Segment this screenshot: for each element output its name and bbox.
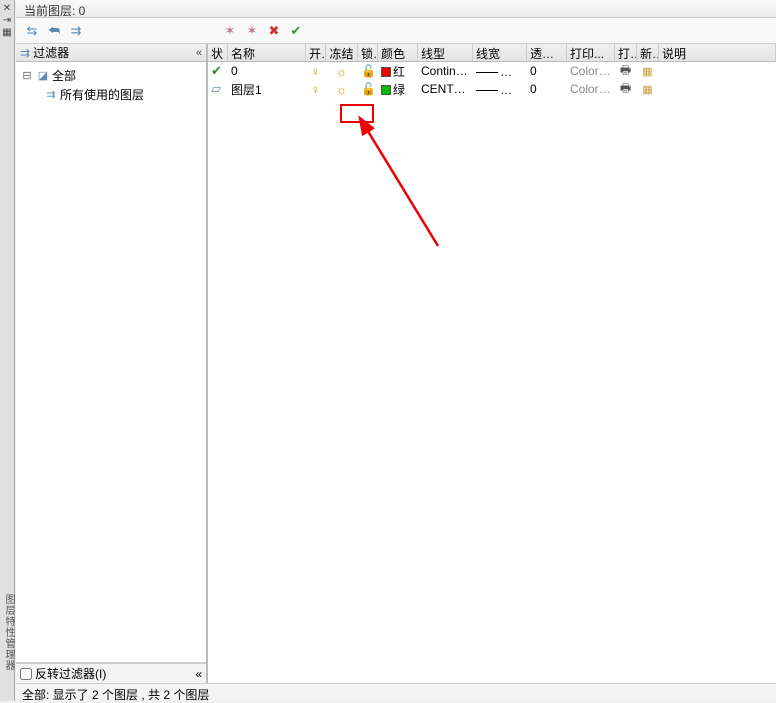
new-vp-freeze-icon[interactable]: ▦ — [642, 66, 652, 78]
layer-name-cell[interactable]: 0 — [228, 63, 306, 79]
tree-node-all[interactable]: ⊟ ◪ 全部 — [20, 66, 202, 85]
layer-description-cell[interactable] — [659, 88, 776, 90]
title-prefix: 当前图层: — [24, 4, 79, 18]
filter-header: ⇉ 过滤器 « — [16, 44, 206, 62]
current-layer-name: 0 — [79, 4, 86, 18]
sun-thaw-icon[interactable]: ☼ — [336, 82, 348, 97]
column-lineweight[interactable]: 线宽 — [473, 44, 527, 61]
column-lock[interactable]: 锁. — [358, 44, 378, 61]
color-swatch — [381, 67, 391, 77]
column-newvp[interactable]: 新. — [637, 44, 659, 61]
table-row[interactable]: ▱ 图层1 ♀ ☼ 🔓绿CENTE...默认0Color_3 🖶 ▦ — [208, 80, 776, 98]
toolbar: ⇆ ⮪ ⇉ ✶ ✶ ✖ ✔ — [16, 18, 776, 44]
tree-node-label: 全部 — [52, 67, 76, 84]
layers-header-row: 状 名称 开. 冻结 锁. 颜色 线型 线宽 透明度 打印... 打. 新. 说… — [208, 44, 776, 62]
new-layer-vp-frozen-icon[interactable]: ✶ — [244, 23, 260, 39]
dock-close-icon[interactable]: ✕ — [3, 3, 11, 15]
layer-linetype-cell[interactable]: CENTE... — [418, 81, 473, 97]
column-state[interactable]: 状 — [208, 44, 228, 61]
toolbar-group-layer: ✶ ✶ ✖ ✔ — [222, 23, 304, 39]
new-property-filter-icon[interactable]: ⮪ — [46, 23, 62, 39]
layers-rows[interactable]: ✔0♀☼🔓红Continu...默认0Color_1🖶▦▱图层1♀☼🔓绿CENT… — [208, 62, 776, 683]
layer-transparency-cell[interactable]: 0 — [527, 81, 567, 97]
invert-filter-checkbox[interactable] — [20, 668, 32, 680]
filter-footer: 反转过滤器(I) « — [16, 663, 206, 683]
printer-icon[interactable]: 🖶 — [620, 81, 631, 95]
current-layer-check-icon: ✔ — [211, 63, 222, 78]
sun-thaw-icon[interactable]: ☼ — [336, 64, 348, 79]
layer-color-cell[interactable]: 绿 — [378, 80, 418, 99]
new-vp-freeze-icon[interactable]: ▦ — [642, 84, 652, 96]
printer-icon[interactable]: 🖶 — [620, 63, 631, 77]
filter-panel: ⇉ 过滤器 « ⊟ ◪ 全部 ⇉ 所有使用的图层 反转过滤 — [16, 44, 208, 683]
filter-title: 过滤器 — [33, 44, 69, 61]
layer-linetype-cell[interactable]: Continu... — [418, 63, 473, 79]
column-plot[interactable]: 打. — [615, 44, 637, 61]
filter-footer-collapse-icon[interactable]: « — [195, 667, 202, 681]
filter-tree[interactable]: ⊟ ◪ 全部 ⇉ 所有使用的图层 — [16, 62, 206, 663]
column-name[interactable]: 名称 — [228, 44, 306, 61]
lightbulb-on-icon[interactable]: ♀ — [311, 82, 321, 97]
lock-open-icon[interactable]: 🔓 — [361, 64, 378, 78]
column-description[interactable]: 说明 — [659, 44, 776, 61]
layer-states-icon[interactable]: ⇉ — [68, 23, 84, 39]
layer-state-icon: ▱ — [211, 81, 221, 96]
table-row[interactable]: ✔0♀☼🔓红Continu...默认0Color_1🖶▦ — [208, 62, 776, 80]
column-freeze[interactable]: 冻结 — [326, 44, 358, 61]
tree-node-used[interactable]: ⇉ 所有使用的图层 — [20, 85, 202, 104]
layers-panel: 状 名称 开. 冻结 锁. 颜色 线型 线宽 透明度 打印... 打. 新. 说… — [208, 44, 776, 683]
dock-title: 图层特性管理器 — [1, 594, 16, 671]
new-layer-icon[interactable]: ✶ — [222, 23, 238, 39]
layer-lineweight-cell[interactable]: 默认 — [473, 62, 527, 81]
dock-pin-icon[interactable]: ⇥ — [3, 15, 11, 27]
layer-manager-panel: 当前图层: 0 ⇆ ⮪ ⇉ ✶ ✶ ✖ ✔ ⇉ 过滤器 « — [16, 0, 776, 701]
invert-filter-text: 反转过滤器(I) — [35, 665, 106, 682]
column-transparency[interactable]: 透明度 — [527, 44, 567, 61]
color-swatch — [381, 85, 391, 95]
status-bar: 全部: 显示了 2 个图层 , 共 2 个图层 — [16, 683, 776, 701]
title-bar: 当前图层: 0 — [16, 0, 776, 18]
layer-lineweight-cell[interactable]: 默认 — [473, 80, 527, 99]
lock-open-icon[interactable]: 🔓 — [361, 82, 378, 96]
toolbar-group-filter: ⇆ ⮪ ⇉ — [24, 23, 84, 39]
dock-edge: ✕ ⇥ ▦ 图层特性管理器 — [0, 0, 15, 701]
column-on[interactable]: 开. — [306, 44, 326, 61]
dock-menu-icon[interactable]: ▦ — [2, 27, 11, 39]
layers-icon: ◪ — [36, 69, 50, 82]
filter-collapse-icon[interactable]: « — [196, 47, 202, 59]
filter-layers-icon: ⇉ — [20, 46, 30, 60]
invert-filter-checkbox-label[interactable]: 反转过滤器(I) — [20, 665, 106, 682]
layers-icon: ⇉ — [44, 88, 58, 101]
layer-plotstyle-cell[interactable]: Color_3 — [567, 81, 615, 97]
column-linetype[interactable]: 线型 — [418, 44, 473, 61]
layer-name-cell[interactable]: 图层1 — [228, 80, 306, 99]
layer-description-cell[interactable] — [659, 70, 776, 72]
new-group-filter-icon[interactable]: ⇆ — [24, 23, 40, 39]
main-area: ⇉ 过滤器 « ⊟ ◪ 全部 ⇉ 所有使用的图层 反转过滤 — [16, 44, 776, 683]
layer-transparency-cell[interactable]: 0 — [527, 63, 567, 79]
tree-expand-icon[interactable]: ⊟ — [20, 69, 34, 82]
layer-color-cell[interactable]: 红 — [378, 62, 418, 81]
set-current-icon[interactable]: ✔ — [288, 23, 304, 39]
column-plotstyle[interactable]: 打印... — [567, 44, 615, 61]
lightbulb-on-icon[interactable]: ♀ — [311, 64, 321, 79]
layer-plotstyle-cell[interactable]: Color_1 — [567, 63, 615, 79]
tree-node-label: 所有使用的图层 — [60, 86, 144, 103]
column-color[interactable]: 颜色 — [378, 44, 418, 61]
delete-layer-icon[interactable]: ✖ — [266, 23, 282, 39]
